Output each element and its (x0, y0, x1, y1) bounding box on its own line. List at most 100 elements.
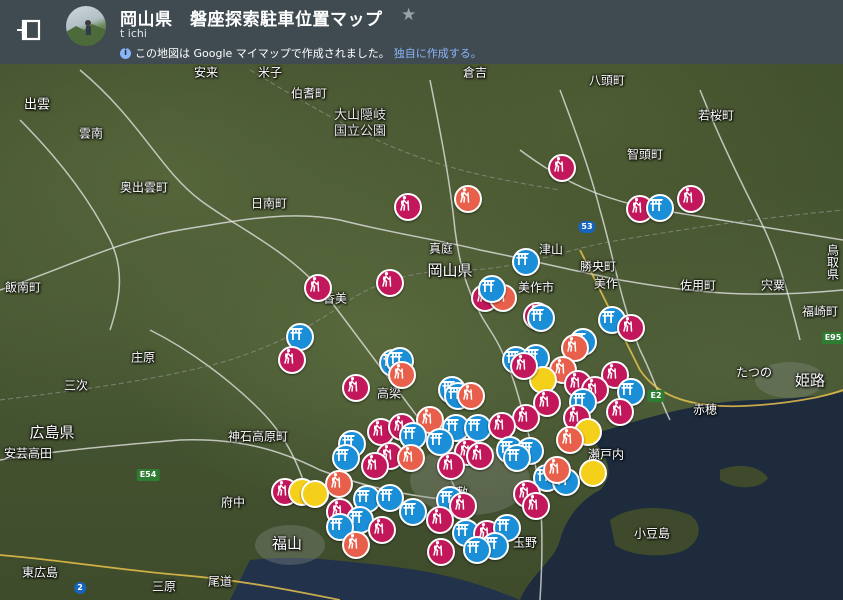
hiker-marker[interactable] (427, 538, 455, 566)
place-label: 安来 (193, 65, 219, 80)
place-label: 神石高原町 (227, 429, 289, 444)
torii-shrine-icon (481, 280, 495, 292)
route-shield: E95 (821, 332, 843, 344)
hiker-icon (518, 407, 528, 422)
hiker-marker[interactable] (548, 154, 576, 182)
hiker-icon (570, 373, 580, 388)
hiker-marker[interactable] (457, 382, 485, 410)
place-label: 飯南町 (4, 280, 42, 295)
place-label: 赤穂 (692, 402, 718, 417)
hiker-marker[interactable] (278, 346, 306, 374)
shrine-marker[interactable] (503, 444, 531, 472)
create-own-map-link[interactable]: 独自に作成する。 (394, 45, 482, 61)
torii-shrine-icon (601, 311, 615, 323)
avatar[interactable] (66, 6, 106, 46)
torii-shrine-icon (506, 449, 520, 461)
hiker-icon (528, 495, 538, 510)
hiker-icon (394, 364, 404, 379)
hiker-marker[interactable] (677, 185, 705, 213)
hiker-icon (277, 481, 287, 496)
hiker-marker[interactable] (325, 470, 353, 498)
place-label: 安芸高田 (3, 446, 53, 461)
hiker-marker[interactable] (556, 426, 584, 454)
yellow-marker[interactable] (579, 459, 607, 487)
hiker-marker[interactable] (388, 361, 416, 389)
hiker-marker[interactable] (394, 193, 422, 221)
hiker-icon (632, 198, 642, 213)
hiker-marker[interactable] (606, 398, 634, 426)
hiker-marker[interactable] (617, 314, 645, 342)
place-label: 倉吉 (462, 65, 488, 80)
torii-shrine-icon (515, 253, 529, 265)
hiker-icon (463, 385, 473, 400)
shrine-marker[interactable] (463, 536, 491, 564)
hiker-marker[interactable] (304, 274, 332, 302)
hiker-icon (569, 407, 579, 422)
hiker-marker[interactable] (342, 374, 370, 402)
hiker-icon (367, 455, 377, 470)
shrine-marker[interactable] (332, 444, 360, 472)
hiker-icon (310, 277, 320, 292)
map-canvas[interactable]: 安来 米子 倉吉 八頭町 出雲 伯耆町 大山隠岐 国立公園 若桜町 雲南 智頭町… (0, 0, 843, 600)
hiker-icon (549, 459, 559, 474)
torii-shrine-icon (429, 433, 443, 445)
place-label: 府中 (220, 495, 246, 510)
place-label: 鳥取県 (825, 244, 840, 280)
place-label: 岡山県 (427, 261, 473, 280)
hiker-icon (494, 415, 504, 430)
yellow-marker[interactable] (301, 480, 329, 508)
place-label: 伯耆町 (290, 86, 328, 101)
hiker-marker[interactable] (510, 352, 538, 380)
hiker-icon (348, 377, 358, 392)
hiker-marker[interactable] (376, 269, 404, 297)
star-icon[interactable]: ★ (401, 5, 416, 25)
hiker-marker[interactable] (543, 456, 571, 484)
torii-shrine-icon (335, 449, 349, 461)
torii-shrine-icon (649, 199, 663, 211)
hiker-icon (422, 409, 432, 424)
hiker-icon (331, 473, 341, 488)
hiker-icon (432, 509, 442, 524)
hiker-icon (284, 349, 294, 364)
hiker-marker[interactable] (466, 442, 494, 470)
torii-shrine-icon (530, 309, 544, 321)
hiker-marker[interactable] (522, 492, 550, 520)
torii-shrine-icon (620, 383, 634, 395)
map-author[interactable]: t ichi (120, 27, 147, 40)
torii-shrine-icon (455, 524, 469, 536)
place-label: 佐用町 (679, 278, 717, 293)
torii-shrine-icon (466, 541, 480, 553)
torii-shrine-icon (289, 328, 303, 340)
place-label: 三次 (63, 378, 89, 393)
hiker-icon (374, 519, 384, 534)
hiker-marker[interactable] (368, 516, 396, 544)
place-label: 美作 (593, 276, 619, 291)
shrine-marker[interactable] (478, 275, 506, 303)
place-label: 出雲 (23, 97, 51, 113)
place-label: 大山隠岐 国立公園 (333, 108, 387, 139)
hiker-marker[interactable] (454, 185, 482, 213)
hiker-icon (607, 364, 617, 379)
route-shield: 2 (74, 582, 86, 594)
info-icon: i (120, 47, 131, 59)
hiker-marker[interactable] (397, 444, 425, 472)
hiker-icon (455, 495, 465, 510)
map-header: 岡山県 磐座探索駐車位置マップ ★ t ichi i この地図は Google … (0, 0, 843, 64)
place-label: 福山 (271, 534, 303, 553)
hiker-marker[interactable] (512, 404, 540, 432)
shrine-marker[interactable] (399, 498, 427, 526)
hiker-marker[interactable] (342, 531, 370, 559)
hiker-marker[interactable] (426, 506, 454, 534)
shrine-marker[interactable] (512, 248, 540, 276)
torii-shrine-icon (496, 519, 510, 531)
shrine-marker[interactable] (527, 304, 555, 332)
collapse-panel-button[interactable] (15, 18, 43, 42)
place-label: 姫路 (794, 371, 826, 390)
map-title: 岡山県 磐座探索駐車位置マップ (120, 10, 383, 30)
place-label: たつの (735, 365, 773, 380)
shrine-marker[interactable] (646, 194, 674, 222)
place-label: 小豆島 (633, 526, 671, 541)
hiker-marker[interactable] (361, 452, 389, 480)
mymaps-notice: i この地図は Google マイマップで作成されました。 独自に作成する。 (120, 45, 482, 61)
hiker-marker[interactable] (437, 452, 465, 480)
